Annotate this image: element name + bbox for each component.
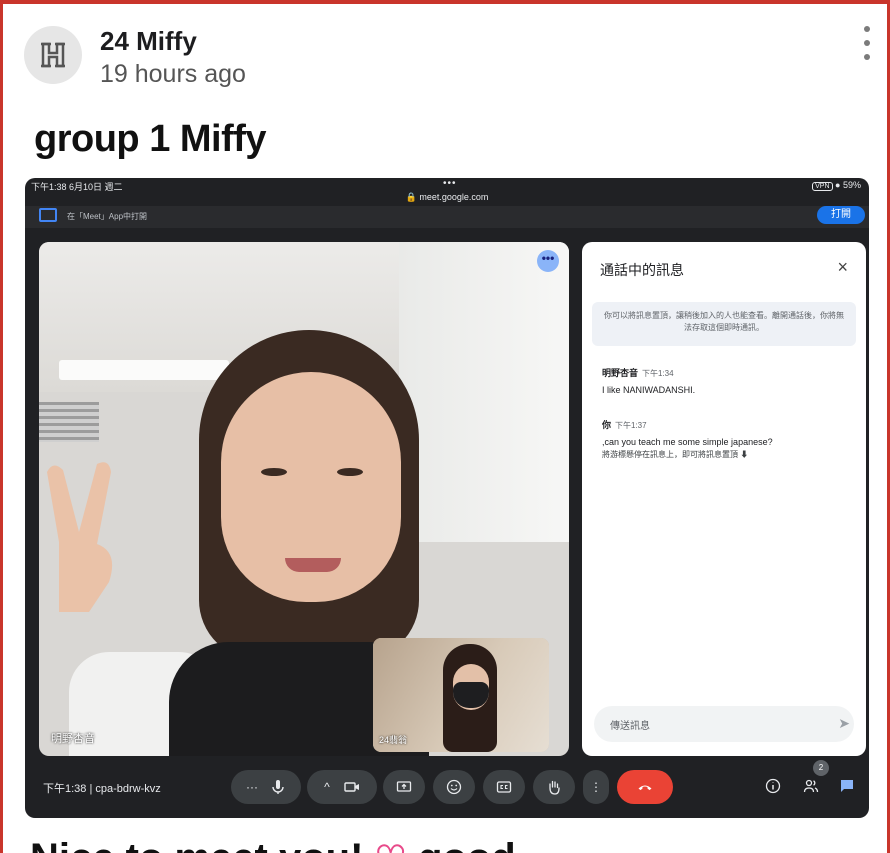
main-participant-name: 明野杏音 — [51, 733, 95, 745]
more-options-button[interactable]: ⋮ — [583, 770, 609, 804]
heart-emoji-icon: ♡ — [375, 838, 407, 853]
post-body-end: good — [418, 836, 516, 853]
hand-icon — [549, 780, 560, 795]
pin-message-tip: 將游標懸停在訊息上，即可將訊息置頂 ⬇ — [602, 450, 749, 459]
present-screen-button[interactable] — [383, 770, 425, 804]
self-video-tile[interactable]: 24翡翁 — [373, 638, 549, 752]
status-right: VPN ● 59% — [812, 180, 861, 191]
raise-hand-button[interactable] — [533, 770, 575, 804]
post-title: group 1 Miffy — [34, 118, 267, 160]
meet-app-banner: 在「Meet」App中打開 打開 — [25, 206, 869, 228]
multitask-dots-icon[interactable]: ••• — [443, 178, 457, 189]
message-text: ,can you teach me some simple japanese? — [602, 437, 773, 447]
battery-level: ● 59% — [835, 180, 861, 190]
post-author[interactable]: 24 Miffy — [100, 26, 197, 57]
present-icon — [396, 781, 412, 792]
message-sender: 你 — [602, 420, 612, 430]
more-video-options[interactable]: ^ — [324, 780, 330, 794]
captions-icon — [496, 781, 512, 793]
h-logo-icon — [41, 42, 65, 68]
emoji-icon — [446, 779, 462, 795]
reactions-button[interactable] — [433, 770, 475, 804]
hang-up-icon — [638, 785, 652, 791]
open-app-button[interactable]: 打開 — [817, 206, 865, 224]
open-in-app-hint: 在「Meet」App中打開 — [67, 212, 148, 221]
peace-sign-hand — [47, 462, 113, 612]
end-call-button[interactable] — [617, 770, 673, 804]
post-header: 24 Miffy 19 hours ago — [24, 26, 874, 96]
control-bar: 下午1:38 | cpa-bdrw-kvz ··· ^ ⋮ 2 — [25, 760, 869, 806]
chat-icon[interactable] — [837, 776, 857, 796]
chat-notice: 你可以將訊息置頂，讓稍後加入的人也能查看。離開通話後，你將無法存取這個即時通訊。 — [592, 302, 856, 346]
chat-panel-title: 通話中的訊息 — [600, 262, 684, 278]
avatar[interactable] — [24, 26, 82, 84]
captions-button[interactable] — [483, 770, 525, 804]
message-sender: 明野杏音 — [602, 368, 639, 378]
people-icon[interactable] — [801, 776, 821, 796]
chat-message: 明野杏音 下午1:34 I like NANIWADANSHI. — [602, 366, 852, 397]
send-message-input[interactable]: 傳送訊息 — [594, 706, 854, 742]
message-time: 下午1:37 — [615, 421, 647, 430]
device-status-bar: 下午1:38 6月10日 週二 ••• VPN ● 59% — [25, 178, 869, 192]
post-body-text: Nice to meet you! ♡ good — [30, 836, 516, 853]
frame-top-edge — [0, 0, 890, 4]
meet-screenshot: 下午1:38 6月10日 週二 ••• VPN ● 59% 🔒 meet.goo… — [25, 178, 869, 818]
post-time: 19 hours ago — [100, 60, 246, 88]
send-icon[interactable]: ➤ — [838, 715, 850, 732]
message-text: I like NANIWADANSHI. — [602, 385, 696, 395]
more-audio-options[interactable]: ··· — [246, 780, 258, 794]
message-time: 下午1:34 — [642, 369, 674, 378]
camera-icon[interactable] — [344, 779, 360, 795]
in-call-messages-panel: 通話中的訊息 × 你可以將訊息置頂，讓稍後加入的人也能查看。離開通話後，你將無法… — [582, 242, 866, 756]
close-icon[interactable]: × — [837, 258, 848, 276]
post-body-start: Nice to meet you! — [30, 836, 363, 853]
meeting-time-code: 下午1:38 | cpa-bdrw-kvz — [43, 783, 161, 795]
mic-control-group: ··· — [231, 770, 301, 804]
tile-more-icon[interactable]: ••• — [537, 250, 559, 272]
microphone-icon[interactable] — [270, 779, 286, 795]
info-icon[interactable] — [763, 776, 783, 796]
meet-app-icon — [39, 208, 57, 222]
url-bar[interactable]: 🔒 meet.google.com — [25, 192, 869, 206]
participant-count-badge: 2 — [813, 760, 829, 776]
vpn-icon: VPN — [812, 182, 833, 191]
more-options-icon[interactable] — [860, 26, 874, 60]
camera-control-group: ^ — [307, 770, 377, 804]
self-participant-name: 24翡翁 — [379, 735, 408, 745]
chat-message[interactable]: 你下午1:37 ,can you teach me some simple ja… — [602, 418, 852, 460]
